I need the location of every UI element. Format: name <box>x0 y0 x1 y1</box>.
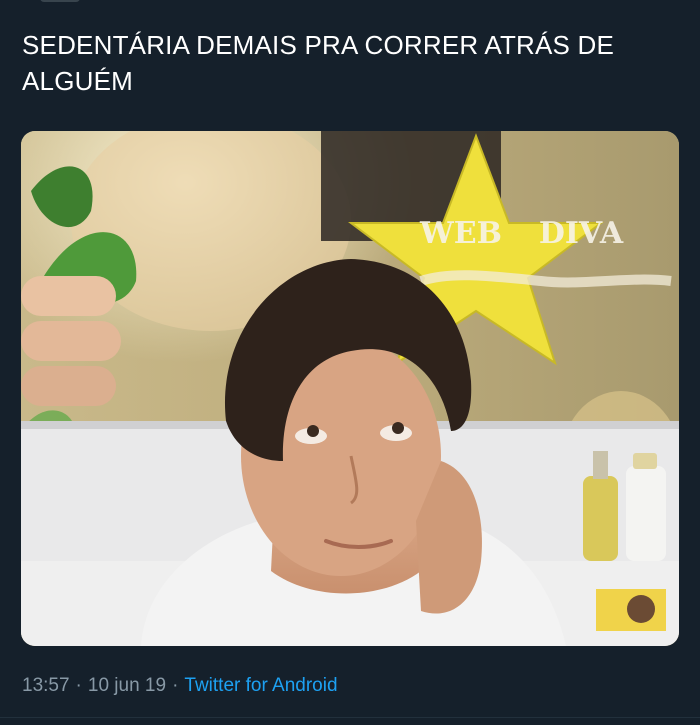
poster-text-web: WEB <box>419 216 502 251</box>
divider <box>0 717 700 718</box>
previous-tweet-edge <box>40 0 80 2</box>
meta-separator: · <box>75 675 82 696</box>
meta-separator: · <box>172 675 179 696</box>
tweet-source-link[interactable]: Twitter for Android <box>184 675 337 696</box>
tweet-photo[interactable]: WEB DIVA <box>21 131 679 646</box>
tweet-date[interactable]: 10 jun 19 <box>88 675 166 696</box>
tweet-text: SEDENTÁRIA DEMAIS PRA CORRER ATRÁS DE AL… <box>22 30 615 96</box>
poster-text-diva: DIVA <box>539 216 624 251</box>
tweet-time[interactable]: 13:57 <box>22 675 70 696</box>
tweet-meta: 13:57 · 10 jun 19 · Twitter for Android <box>22 675 338 697</box>
